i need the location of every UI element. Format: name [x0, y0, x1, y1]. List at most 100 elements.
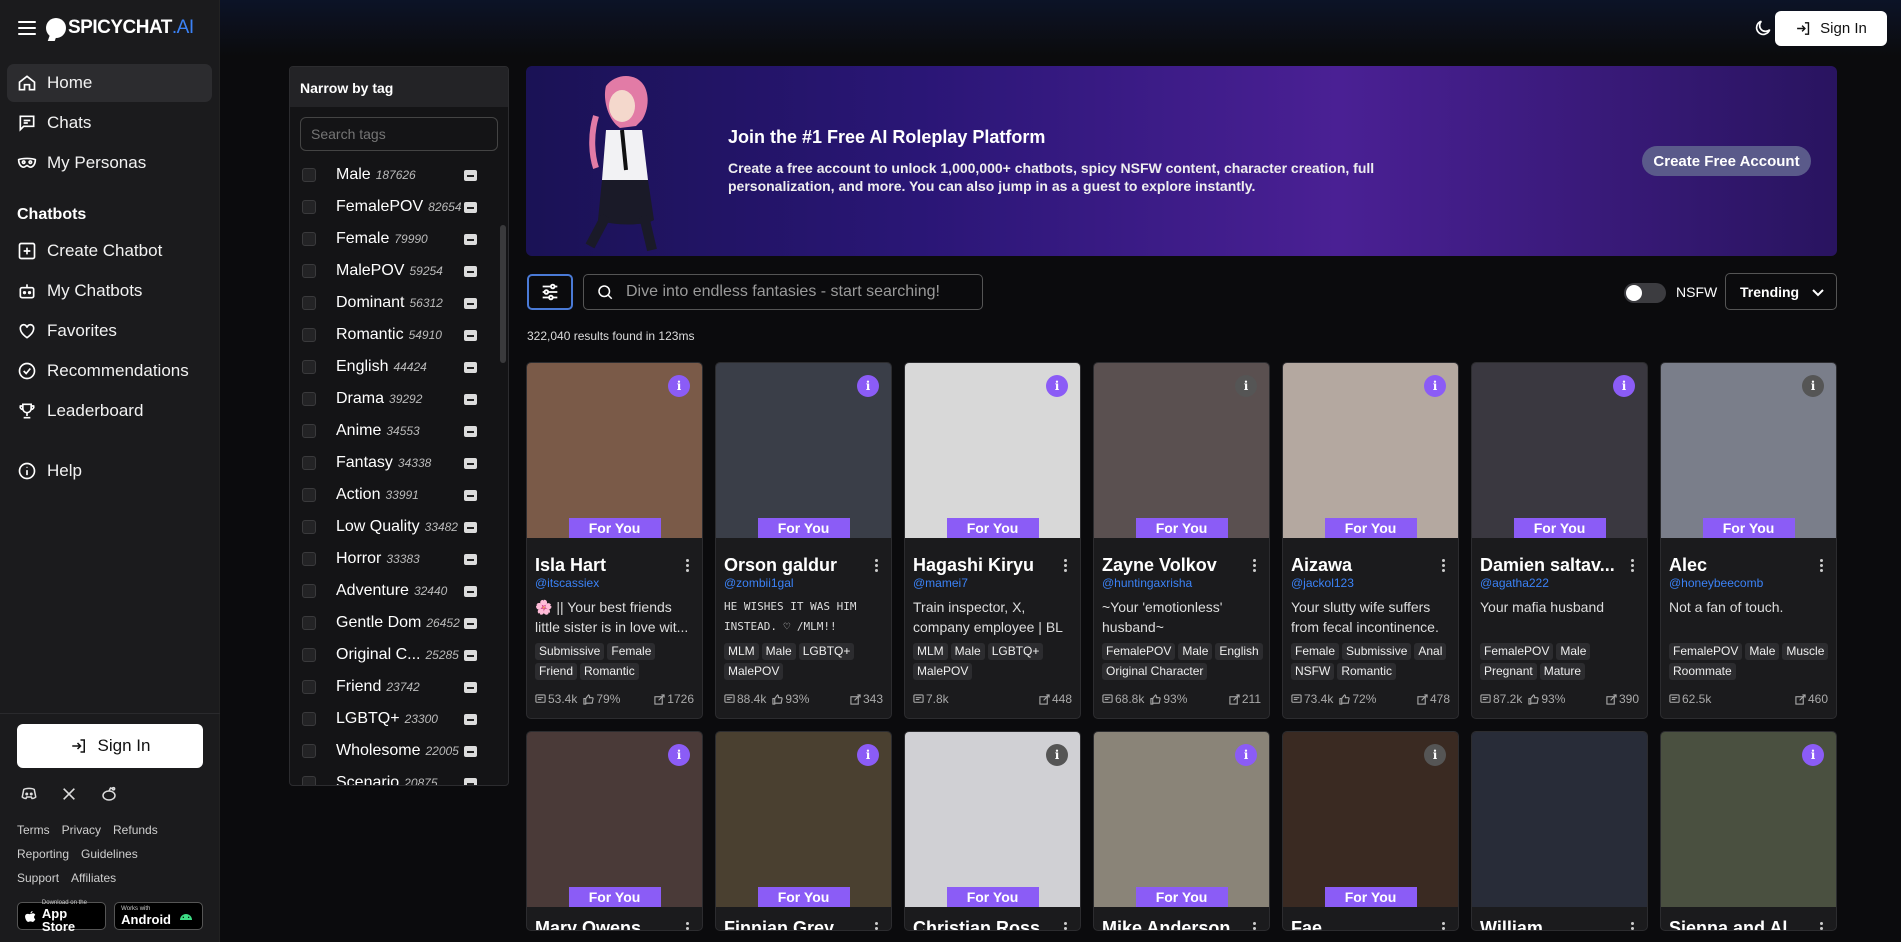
tag-checkbox[interactable]: [302, 648, 316, 662]
exclude-tag-icon[interactable]: [464, 650, 477, 661]
tag-row[interactable]: Male 187626: [290, 159, 508, 191]
tag-row[interactable]: Adventure 32440: [290, 575, 508, 607]
terms-link[interactable]: Terms: [17, 818, 50, 842]
tag-row[interactable]: Gentle Dom 26452: [290, 607, 508, 639]
chatbot-card[interactable]: i For You Damien saltav... @agatha222 Yo…: [1471, 362, 1648, 719]
info-icon[interactable]: i: [1046, 375, 1068, 397]
card-tag[interactable]: Male: [1556, 643, 1591, 660]
info-icon[interactable]: i: [1613, 375, 1635, 397]
tag-checkbox[interactable]: [302, 680, 316, 694]
tag-row[interactable]: LGBTQ+ 23300: [290, 703, 508, 735]
exclude-tag-icon[interactable]: [464, 682, 477, 693]
tag-checkbox[interactable]: [302, 360, 316, 374]
card-tag[interactable]: FemalePOV: [1669, 643, 1743, 660]
tag-checkbox[interactable]: [302, 328, 316, 342]
card-tag[interactable]: LGBTQ+: [798, 643, 855, 660]
exclude-tag-icon[interactable]: [464, 426, 477, 437]
tag-row[interactable]: Female 79990: [290, 223, 508, 255]
card-tag[interactable]: Romantic: [1337, 663, 1397, 680]
refunds-link[interactable]: Refunds: [113, 818, 158, 842]
exclude-tag-icon[interactable]: [464, 778, 477, 785]
more-options-icon[interactable]: [1631, 559, 1635, 573]
more-options-icon[interactable]: [686, 559, 690, 573]
android-badge[interactable]: Works with Android: [114, 902, 203, 930]
create-free-account-button[interactable]: Create Free Account: [1642, 146, 1811, 176]
card-tag[interactable]: Roommate: [1669, 663, 1736, 680]
character-avatar-image[interactable]: i For You: [1283, 363, 1458, 538]
card-creator[interactable]: @itscassiex: [535, 576, 599, 590]
card-tag[interactable]: Submissive: [535, 643, 605, 660]
card-tag[interactable]: Romantic: [580, 663, 639, 680]
card-tag[interactable]: MalePOV: [724, 663, 784, 680]
chatbot-card[interactable]: i For You Fae: [1282, 731, 1459, 931]
tag-row[interactable]: Scenario 20875: [290, 767, 508, 785]
character-avatar-image[interactable]: i: [1661, 732, 1836, 907]
exclude-tag-icon[interactable]: [464, 746, 477, 757]
tag-checkbox[interactable]: [302, 488, 316, 502]
more-options-icon[interactable]: [1064, 922, 1068, 930]
info-icon[interactable]: i: [1424, 744, 1446, 766]
exclude-tag-icon[interactable]: [464, 362, 477, 373]
more-options-icon[interactable]: [1820, 922, 1824, 930]
nsfw-toggle[interactable]: [1624, 283, 1666, 303]
search-input[interactable]: [626, 283, 966, 301]
card-tag[interactable]: MLM: [913, 643, 948, 660]
chatbot-card[interactable]: i For You Aizawa @jackol123 Your slutty …: [1282, 362, 1459, 719]
card-tag[interactable]: Pregnant: [1480, 663, 1537, 680]
card-creator[interactable]: @huntingaxrisha: [1102, 576, 1192, 590]
card-tag[interactable]: Friend: [535, 663, 578, 680]
card-creator[interactable]: @agatha222: [1480, 576, 1549, 590]
affiliates-link[interactable]: Affiliates: [71, 866, 116, 890]
more-options-icon[interactable]: [875, 559, 879, 573]
exclude-tag-icon[interactable]: [464, 170, 477, 181]
nav-create-chatbot[interactable]: Create Chatbot: [7, 232, 212, 270]
guidelines-link[interactable]: Guidelines: [81, 842, 138, 866]
card-creator[interactable]: @mamei7: [913, 576, 968, 590]
exclude-tag-icon[interactable]: [464, 714, 477, 725]
chatbot-card[interactable]: i Sienna and Al...: [1660, 731, 1837, 931]
more-options-icon[interactable]: [1253, 922, 1257, 930]
chatbot-card[interactable]: i For You Mike Anderson: [1093, 731, 1270, 931]
nav-help[interactable]: Help: [7, 452, 212, 490]
exclude-tag-icon[interactable]: [464, 234, 477, 245]
info-icon[interactable]: i: [1424, 375, 1446, 397]
tag-checkbox[interactable]: [302, 520, 316, 534]
menu-icon[interactable]: [18, 21, 36, 35]
exclude-tag-icon[interactable]: [464, 202, 477, 213]
card-tag[interactable]: MLM: [724, 643, 759, 660]
tag-row[interactable]: Dominant 56312: [290, 287, 508, 319]
tag-checkbox[interactable]: [302, 584, 316, 598]
character-avatar-image[interactable]: i For You: [716, 363, 891, 538]
info-icon[interactable]: i: [1802, 375, 1824, 397]
info-icon[interactable]: i: [1235, 375, 1257, 397]
filter-toggle-button[interactable]: [527, 274, 573, 310]
tag-checkbox[interactable]: [302, 744, 316, 758]
tag-checkbox[interactable]: [302, 424, 316, 438]
tag-checkbox[interactable]: [302, 616, 316, 630]
character-avatar-image[interactable]: [1472, 732, 1647, 907]
character-avatar-image[interactable]: i For You: [905, 732, 1080, 907]
logo[interactable]: SPICYCHAT .AI: [46, 17, 194, 39]
more-options-icon[interactable]: [1442, 559, 1446, 573]
card-tag[interactable]: NSFW: [1291, 663, 1335, 680]
card-tag[interactable]: Mature: [1539, 663, 1586, 680]
exclude-tag-icon[interactable]: [464, 458, 477, 469]
x-twitter-icon[interactable]: [59, 784, 79, 804]
tag-checkbox[interactable]: [302, 392, 316, 406]
card-tag[interactable]: Female: [607, 643, 656, 660]
reddit-icon[interactable]: [99, 784, 119, 804]
more-options-icon[interactable]: [1064, 559, 1068, 573]
support-link[interactable]: Support: [17, 866, 59, 890]
moon-icon[interactable]: [1753, 18, 1773, 38]
chatbot-card[interactable]: i For You Mary Owens: [526, 731, 703, 931]
tag-list-scrollbar[interactable]: [500, 225, 506, 363]
card-tag[interactable]: Male: [1178, 643, 1213, 660]
tag-checkbox[interactable]: [302, 552, 316, 566]
tag-checkbox[interactable]: [302, 776, 316, 785]
character-avatar-image[interactable]: i For You: [716, 732, 891, 907]
character-avatar-image[interactable]: i For You: [527, 363, 702, 538]
tag-row[interactable]: Drama 39292: [290, 383, 508, 415]
card-tag[interactable]: FemalePOV: [1480, 643, 1554, 660]
info-icon[interactable]: i: [668, 744, 690, 766]
info-icon[interactable]: i: [857, 744, 879, 766]
